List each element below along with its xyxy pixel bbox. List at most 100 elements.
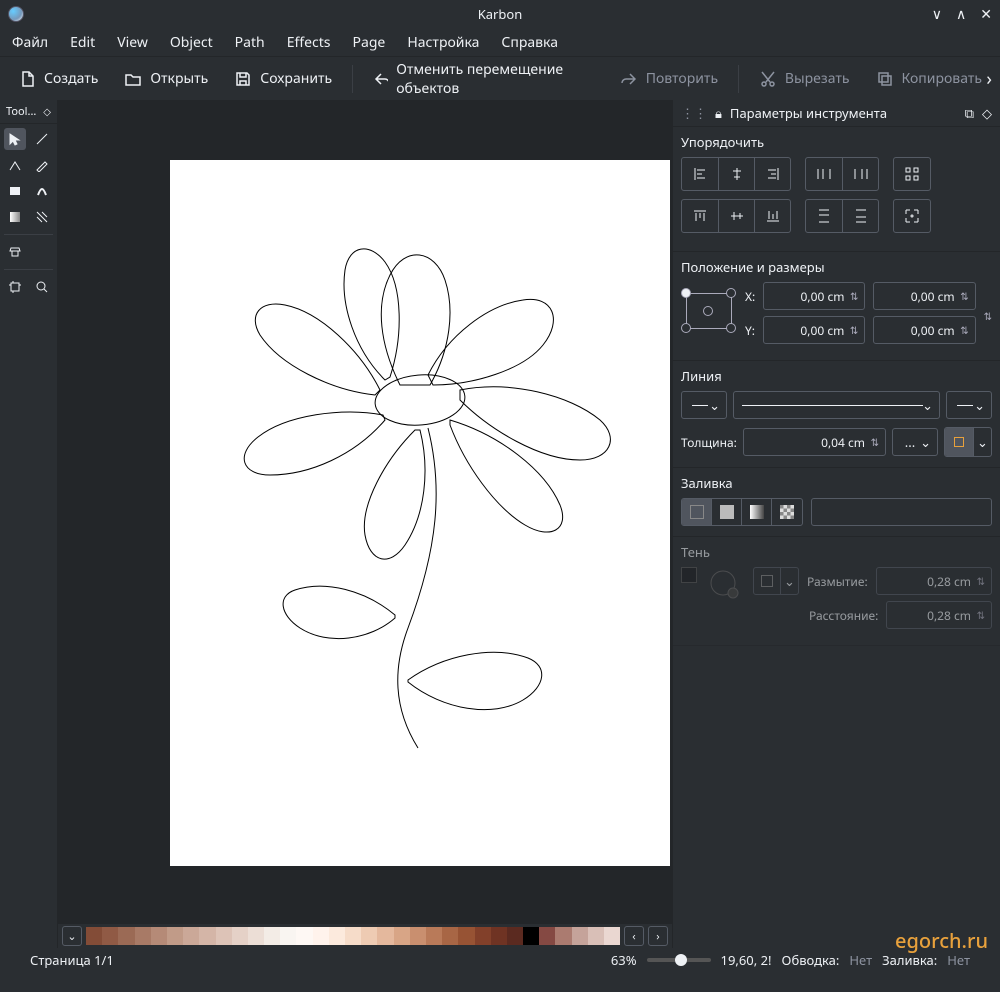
align-center-h-button[interactable]: [718, 158, 754, 190]
menu-effects[interactable]: Effects: [287, 33, 331, 52]
palette-color[interactable]: [377, 927, 393, 945]
undo-button[interactable]: Отменить перемещение объектов: [367, 56, 600, 102]
pencil-tool[interactable]: [31, 154, 53, 176]
height-input[interactable]: 0,00 cm: [873, 316, 975, 344]
lock-icon[interactable]: 🔒︎: [715, 104, 722, 122]
palette-color[interactable]: [588, 927, 604, 945]
palette-color[interactable]: [102, 927, 118, 945]
line-style[interactable]: [733, 391, 940, 419]
canvas-viewport[interactable]: [58, 100, 672, 924]
align-top-button[interactable]: [682, 200, 718, 232]
palette-color[interactable]: [394, 927, 410, 945]
minimize-button[interactable]: ∨: [932, 5, 942, 24]
palette-color[interactable]: [264, 927, 280, 945]
line-tool[interactable]: [31, 128, 53, 150]
line-end-marker[interactable]: [946, 391, 992, 419]
align-center-v-button[interactable]: [718, 200, 754, 232]
distribute-v-top-button[interactable]: [806, 200, 842, 232]
cap-dropdown[interactable]: ⌄: [973, 428, 991, 456]
fill-gradient-button[interactable]: [742, 499, 772, 525]
redo-button[interactable]: Повторить: [614, 65, 724, 92]
palette-color[interactable]: [151, 927, 167, 945]
menu-object[interactable]: Object: [170, 33, 213, 52]
menu-path[interactable]: Path: [235, 33, 265, 52]
palette-prev-button[interactable]: ‹: [624, 926, 644, 946]
maximize-button[interactable]: ∧: [956, 5, 966, 24]
palette-color[interactable]: [167, 927, 183, 945]
palette-color[interactable]: [86, 927, 102, 945]
create-button[interactable]: Создать: [12, 65, 104, 92]
palette-color[interactable]: [410, 927, 426, 945]
bucket-tool[interactable]: [4, 241, 26, 263]
palette-color[interactable]: [329, 927, 345, 945]
distribute-h-left-button[interactable]: [806, 158, 842, 190]
palette-color[interactable]: [458, 927, 474, 945]
palette-color[interactable]: [345, 927, 361, 945]
select-tool[interactable]: [4, 128, 26, 150]
palette-color[interactable]: [523, 927, 539, 945]
palette-color[interactable]: [199, 927, 215, 945]
palette-color[interactable]: [555, 927, 571, 945]
menu-page[interactable]: Page: [353, 33, 386, 52]
menu-view[interactable]: View: [117, 33, 148, 52]
aspect-lock-icon[interactable]: ⇅: [984, 309, 992, 323]
fill-pattern-button[interactable]: [772, 499, 802, 525]
document-page[interactable]: [170, 160, 670, 866]
palette-color[interactable]: [475, 927, 491, 945]
rectangle-tool[interactable]: [4, 180, 26, 202]
palette-color[interactable]: [280, 927, 296, 945]
anchor-origin-widget[interactable]: [681, 288, 737, 344]
calligraphy-tool[interactable]: [31, 180, 53, 202]
line-width-input[interactable]: 0,04 cm: [743, 428, 886, 456]
menu-edit[interactable]: Edit: [70, 33, 95, 52]
line-start-marker[interactable]: [681, 391, 727, 419]
detach-icon[interactable]: ⧉: [965, 104, 974, 122]
shadow-angle-widget[interactable]: [707, 567, 743, 603]
close-button[interactable]: ✕: [980, 5, 992, 24]
line-width-more[interactable]: ...: [892, 428, 938, 456]
palette-color[interactable]: [313, 927, 329, 945]
palette-color[interactable]: [361, 927, 377, 945]
panel-close-icon[interactable]: ◇: [982, 104, 992, 122]
fill-preview[interactable]: [811, 498, 992, 526]
distribute-h-right-button[interactable]: [842, 158, 878, 190]
save-button[interactable]: Сохранить: [228, 65, 338, 92]
zoom-tool[interactable]: [31, 276, 53, 298]
palette-swatches[interactable]: [86, 927, 620, 945]
crop-tool[interactable]: [4, 276, 26, 298]
palette-color[interactable]: [539, 927, 555, 945]
center-on-page-button[interactable]: [894, 200, 930, 232]
copy-button[interactable]: Копировать: [870, 65, 988, 92]
fill-solid-button[interactable]: [712, 499, 742, 525]
menu-help[interactable]: Справка: [501, 33, 558, 52]
blur-input[interactable]: 0,28 cm: [876, 567, 992, 595]
distribute-v-bottom-button[interactable]: [842, 200, 878, 232]
palette-color[interactable]: [248, 927, 264, 945]
pattern-tool[interactable]: [31, 206, 53, 228]
distance-input[interactable]: 0,28 cm: [886, 601, 992, 629]
palette-menu-button[interactable]: ⌄: [62, 926, 82, 946]
x-input[interactable]: 0,00 cm: [763, 282, 865, 310]
palette-color[interactable]: [135, 927, 151, 945]
cut-button[interactable]: Вырезать: [753, 65, 856, 92]
drag-handle-icon[interactable]: ⋮⋮: [681, 104, 707, 122]
palette-color[interactable]: [507, 927, 523, 945]
toolbar-overflow[interactable]: ›: [986, 67, 992, 91]
palette-color[interactable]: [426, 927, 442, 945]
zoom-slider[interactable]: [647, 958, 711, 962]
align-bottom-button[interactable]: [754, 200, 790, 232]
toolbox-close-icon[interactable]: ◇: [43, 104, 51, 119]
gradient-tool[interactable]: [4, 206, 26, 228]
menu-settings[interactable]: Настройка: [407, 33, 479, 52]
palette-color[interactable]: [604, 927, 620, 945]
palette-color[interactable]: [442, 927, 458, 945]
width-input[interactable]: 0,00 cm: [873, 282, 975, 310]
cap-butt-button[interactable]: [945, 428, 973, 456]
edit-path-tool[interactable]: [4, 154, 26, 176]
palette-color[interactable]: [296, 927, 312, 945]
open-button[interactable]: Открыть: [118, 65, 214, 92]
fill-none-button[interactable]: [682, 499, 712, 525]
palette-color[interactable]: [232, 927, 248, 945]
align-left-button[interactable]: [682, 158, 718, 190]
palette-color[interactable]: [216, 927, 232, 945]
